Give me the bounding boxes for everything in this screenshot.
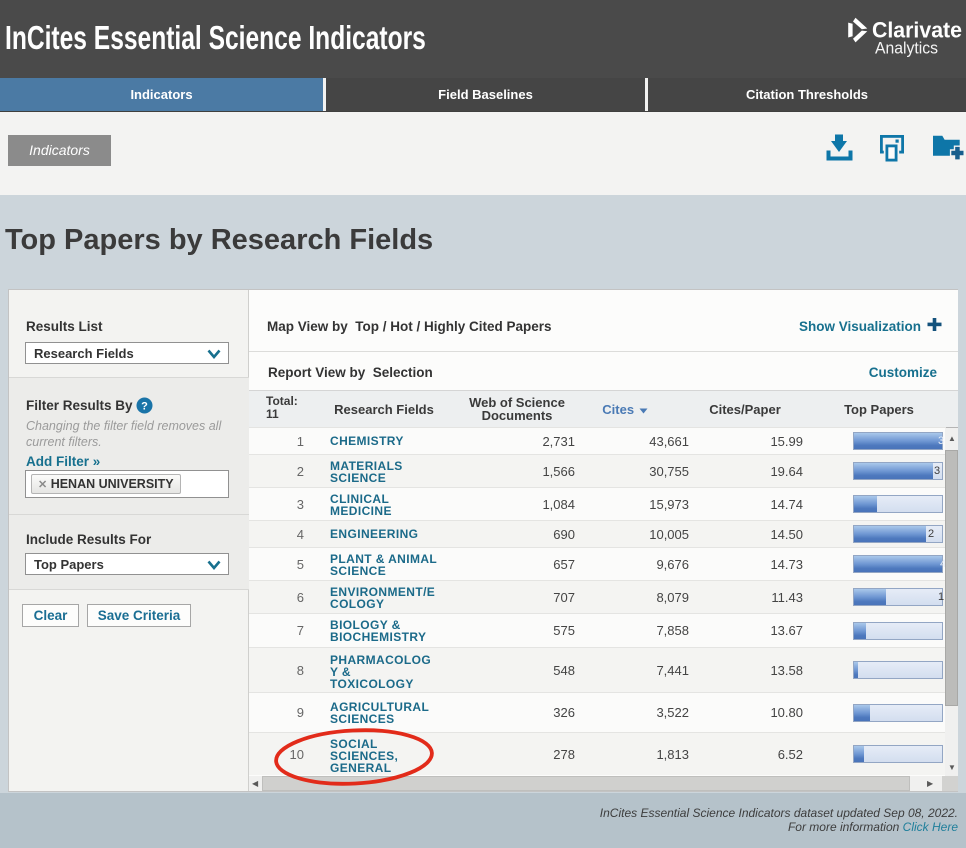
svg-text:Analytics: Analytics bbox=[875, 39, 938, 58]
svg-text:?: ? bbox=[141, 401, 148, 413]
